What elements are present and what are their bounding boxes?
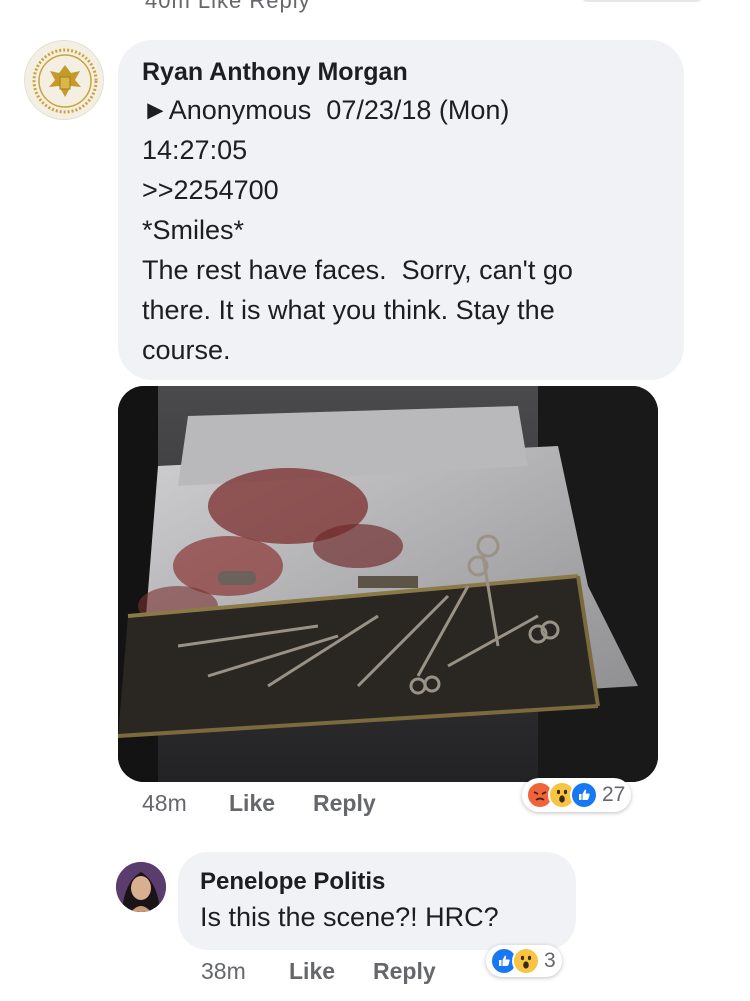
- reply-avatar[interactable]: [116, 862, 166, 912]
- reaction-count: 27: [602, 783, 626, 806]
- comment-line: *Smiles*: [142, 215, 245, 245]
- comment-line: there. It is what you think. Stay the: [142, 295, 555, 325]
- reply-button[interactable]: Reply: [313, 790, 376, 817]
- reply-reply-button[interactable]: Reply: [373, 958, 436, 985]
- comment-attached-photo[interactable]: [118, 386, 658, 782]
- reply-actions: 38m: [201, 958, 246, 985]
- previous-comment-actions: 40m Like Reply: [0, 0, 750, 13]
- comment-author[interactable]: Ryan Anthony Morgan: [142, 56, 660, 88]
- avatar[interactable]: [24, 40, 104, 120]
- profile-photo-icon: [116, 862, 166, 912]
- like-icon: [570, 781, 598, 809]
- previous-reactions-pill[interactable]: [578, 0, 706, 2]
- reactions-summary[interactable]: 27: [522, 778, 632, 812]
- reply-timestamp[interactable]: 38m: [201, 958, 246, 985]
- comment-actions: 48m: [142, 790, 187, 817]
- reply-text: Is this the scene?! HRC?: [200, 902, 499, 932]
- comment-line: ►Anonymous 07/23/18 (Mon): [142, 95, 510, 125]
- comment-line: >>2254700: [142, 175, 279, 205]
- comment-timestamp[interactable]: 48m: [142, 790, 187, 817]
- photo-image: [118, 386, 658, 782]
- reply-like-button[interactable]: Like: [289, 958, 335, 985]
- divider: [0, 994, 750, 1001]
- comment-line: course.: [142, 335, 231, 365]
- comment-line: The rest have faces. Sorry, can't go: [142, 255, 573, 285]
- seal-icon: [28, 44, 102, 118]
- reply-reactions-summary[interactable]: 3: [486, 945, 562, 977]
- comment-line: 14:27:05: [142, 135, 248, 165]
- comment-thread: 40m Like Reply Ryan Anthony Morgan ►Anon…: [0, 0, 750, 1001]
- reaction-count: 3: [544, 949, 556, 972]
- wow-icon: [512, 947, 540, 975]
- comment-bubble: Ryan Anthony Morgan ►Anonymous 07/23/18 …: [118, 40, 684, 380]
- reply-author[interactable]: Penelope Politis: [200, 866, 554, 898]
- like-button[interactable]: Like: [229, 790, 275, 817]
- previous-comment-meta: 40m Like Reply: [145, 0, 311, 13]
- reply-bubble: Penelope Politis Is this the scene?! HRC…: [178, 852, 576, 950]
